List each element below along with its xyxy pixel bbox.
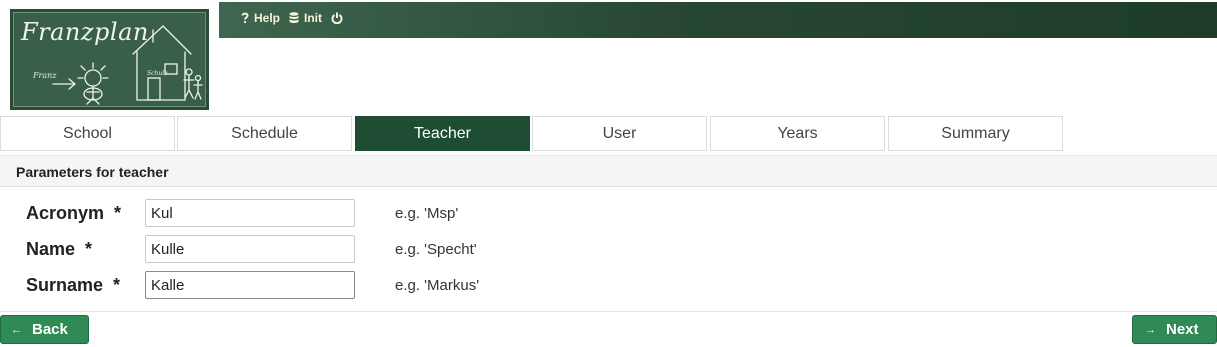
- logo-small-text: Franz: [33, 71, 57, 80]
- tab-user[interactable]: User: [532, 116, 707, 151]
- database-icon: [289, 12, 299, 24]
- section-header: Parameters for teacher: [0, 155, 1217, 187]
- surname-input[interactable]: [145, 271, 355, 299]
- question-icon: [241, 12, 249, 24]
- footer-divider: [0, 311, 1217, 312]
- acronym-row: Acronym * e.g. 'Msp': [0, 199, 1217, 229]
- init-link[interactable]: Init: [289, 11, 322, 25]
- top-header-bar: Help Init: [219, 2, 1217, 38]
- name-label: Name *: [26, 239, 93, 259]
- back-button[interactable]: ← Back: [0, 315, 89, 344]
- logo-tiny-text: Schule: [147, 70, 168, 77]
- name-row: Name * e.g. 'Specht': [0, 235, 1217, 265]
- acronym-label: Acronym *: [26, 203, 122, 223]
- power-icon: [331, 12, 343, 24]
- arrow-left-icon: ←: [11, 323, 22, 336]
- surname-hint: e.g. 'Markus': [395, 277, 480, 294]
- surname-row: Surname * e.g. 'Markus': [0, 271, 1217, 301]
- help-link[interactable]: Help: [241, 11, 280, 25]
- tab-years[interactable]: Years: [710, 116, 885, 151]
- name-input[interactable]: [145, 235, 355, 263]
- acronym-input[interactable]: [145, 199, 355, 227]
- next-button[interactable]: → Next: [1132, 315, 1217, 344]
- section-title: Parameters for teacher: [16, 164, 169, 180]
- back-button-label: Back: [32, 321, 68, 338]
- name-hint: e.g. 'Specht': [395, 241, 477, 258]
- top-links: Help Init: [241, 11, 357, 25]
- help-link-label: Help: [254, 11, 281, 25]
- tab-teacher[interactable]: Teacher: [355, 116, 530, 151]
- surname-label: Surname *: [26, 275, 121, 295]
- acronym-hint: e.g. 'Msp': [395, 205, 459, 222]
- init-link-label: Init: [304, 11, 323, 25]
- tab-summary[interactable]: Summary: [888, 116, 1063, 151]
- logo: Franzplan Franz Schule: [10, 9, 209, 110]
- tab-schedule[interactable]: Schedule: [177, 116, 352, 151]
- logo-title: Franzplan: [21, 18, 149, 46]
- power-link[interactable]: [331, 12, 348, 24]
- wizard-tabs: School Schedule Teacher User Years Summa…: [0, 116, 1217, 151]
- arrow-right-icon: →: [1145, 323, 1156, 336]
- next-button-label: Next: [1166, 321, 1199, 338]
- tab-school[interactable]: School: [0, 116, 175, 151]
